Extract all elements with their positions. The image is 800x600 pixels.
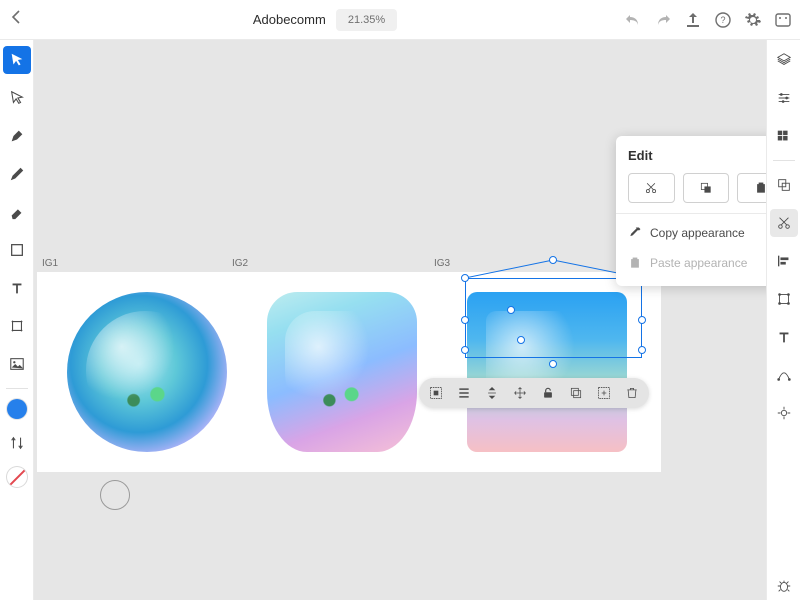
- list-icon[interactable]: [457, 386, 471, 400]
- clipboard-icon: [628, 256, 642, 270]
- left-toolbar: [0, 40, 34, 600]
- lock-icon[interactable]: [541, 386, 555, 400]
- copy-button[interactable]: [683, 173, 730, 203]
- eyedropper-icon: [628, 226, 642, 240]
- artboard-label[interactable]: IG3: [434, 258, 450, 269]
- context-toolbar: [419, 378, 649, 408]
- layers-panel-icon[interactable]: [770, 46, 798, 74]
- selection-handle[interactable]: [507, 306, 515, 314]
- stroke-color-swatch[interactable]: [7, 467, 27, 487]
- selection-handle[interactable]: [638, 346, 646, 354]
- precision-panel-icon[interactable]: [770, 399, 798, 427]
- fullscreen-icon[interactable]: [774, 11, 792, 29]
- place-image-tool[interactable]: [3, 350, 31, 378]
- selection-handle[interactable]: [549, 256, 557, 264]
- bug-report-icon[interactable]: [770, 572, 798, 600]
- swap-fill-stroke[interactable]: [3, 429, 31, 457]
- artboard-label[interactable]: IG2: [232, 258, 248, 269]
- help-icon[interactable]: ?: [714, 11, 732, 29]
- select-all-icon[interactable]: [429, 386, 443, 400]
- pencil-tool[interactable]: [3, 160, 31, 188]
- illustration-jar[interactable]: [267, 292, 417, 452]
- edit-popover-title: Edit: [628, 148, 653, 163]
- swatches-panel-icon[interactable]: [770, 122, 798, 150]
- document-title: Adobecomm: [253, 12, 326, 27]
- artboard-label[interactable]: IG1: [42, 258, 58, 269]
- gear-icon[interactable]: [744, 11, 762, 29]
- topbar: Adobecomm 21.35% ?: [0, 0, 800, 40]
- transform-panel-icon[interactable]: [770, 285, 798, 313]
- zoom-level[interactable]: 21.35%: [336, 9, 397, 31]
- edit-popover: Edit Copy appearance Paste appearance: [616, 136, 766, 286]
- edit-panel-icon[interactable]: [770, 209, 798, 237]
- share-icon[interactable]: [684, 11, 702, 29]
- duplicate-icon[interactable]: [569, 386, 583, 400]
- selection-handle[interactable]: [461, 274, 469, 282]
- copy-appearance-item[interactable]: Copy appearance: [628, 218, 766, 248]
- svg-text:?: ?: [720, 15, 725, 25]
- artboard-tool[interactable]: [3, 312, 31, 340]
- redo-icon[interactable]: [654, 11, 672, 29]
- illustration-fishbowl[interactable]: [67, 292, 227, 452]
- move-icon[interactable]: [513, 386, 527, 400]
- selection-handle[interactable]: [461, 346, 469, 354]
- fill-color-swatch[interactable]: [7, 399, 27, 419]
- copy-appearance-label: Copy appearance: [650, 226, 745, 240]
- shape-tool[interactable]: [3, 236, 31, 264]
- arrange-icon[interactable]: [485, 386, 499, 400]
- canvas[interactable]: IG1 IG2 IG3: [34, 40, 766, 600]
- direct-select-tool[interactable]: [3, 84, 31, 112]
- back-chevron-icon[interactable]: [8, 8, 26, 26]
- touch-cursor-indicator: [100, 480, 130, 510]
- selection-handle[interactable]: [517, 336, 525, 344]
- path-panel-icon[interactable]: [770, 361, 798, 389]
- trash-icon[interactable]: [625, 386, 639, 400]
- undo-icon[interactable]: [624, 11, 642, 29]
- paste-appearance-item: Paste appearance: [628, 248, 766, 278]
- properties-panel-icon[interactable]: [770, 84, 798, 112]
- type-tool[interactable]: [3, 274, 31, 302]
- cut-button[interactable]: [628, 173, 675, 203]
- align-panel-icon[interactable]: [770, 247, 798, 275]
- selection-tool[interactable]: [3, 46, 31, 74]
- selection-handle[interactable]: [461, 316, 469, 324]
- paste-appearance-label: Paste appearance: [650, 256, 747, 270]
- group-icon[interactable]: [597, 386, 611, 400]
- eraser-tool[interactable]: [3, 198, 31, 226]
- pen-tool[interactable]: [3, 122, 31, 150]
- right-toolbar: [766, 40, 800, 600]
- selection-handle[interactable]: [638, 316, 646, 324]
- paste-button[interactable]: [737, 173, 766, 203]
- selection-handle[interactable]: [549, 360, 557, 368]
- combine-shapes-icon[interactable]: [770, 171, 798, 199]
- type-panel-icon[interactable]: [770, 323, 798, 351]
